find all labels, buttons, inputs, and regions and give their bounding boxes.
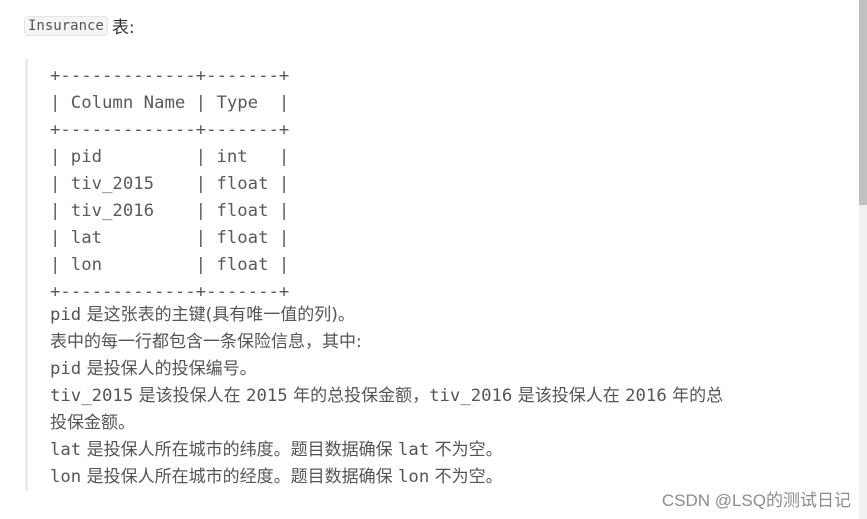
table-row: | tiv_2016 | float | [50, 201, 290, 221]
desc-text: 表中的每一行都包含一条保险信息，其中: [50, 332, 362, 352]
table-border-line: +-------------+-------+ [50, 120, 290, 140]
desc-line-tiv-cont: 投保金额。 [50, 410, 840, 437]
schema-table: +-------------+-------+ | Column Name | T… [50, 63, 289, 306]
code-pid: pid [50, 305, 82, 325]
code-pid: pid [50, 359, 82, 379]
table-row: | lon | float | [50, 255, 290, 275]
desc-line-pid: pid 是投保人的投保编号。 [50, 356, 840, 383]
intro-line: Insurance 表: [24, 13, 135, 38]
desc-text: 不为空。 [429, 440, 503, 460]
desc-text: 是投保人所在城市的纬度。题目数据确保 [81, 440, 399, 460]
desc-text: 是该投保人在 [512, 386, 626, 406]
desc-text: 是投保人所在城市的经度。题目数据确保 [81, 467, 399, 487]
desc-line-lat: lat 是投保人所在城市的纬度。题目数据确保 lat 不为空。 [50, 437, 840, 464]
code-lon: lon [398, 467, 430, 487]
code-lon: lon [50, 467, 82, 487]
csdn-watermark: CSDN @LSQ的测试日记 [661, 491, 851, 510]
code-lat: lat [50, 440, 82, 460]
year-2015: 2015 [246, 386, 288, 406]
year-2016: 2016 [625, 386, 667, 406]
desc-text: 是投保人的投保编号。 [81, 359, 257, 379]
code-tiv-2015: tiv_2015 [50, 386, 134, 406]
code-tiv-2016: tiv_2016 [429, 386, 513, 406]
table-row: | lat | float | [50, 228, 290, 248]
desc-line-tiv: tiv_2015 是该投保人在 2015 年的总投保金额，tiv_2016 是该… [50, 383, 840, 410]
desc-line-primary-key: pid 是这张表的主键(具有唯一值的列)。 [50, 302, 840, 329]
desc-text: 投保金额。 [50, 413, 135, 433]
desc-text: 是该投保人在 [133, 386, 247, 406]
desc-text: 是这张表的主键(具有唯一值的列)。 [81, 305, 355, 325]
desc-text: 不为空。 [429, 467, 503, 487]
table-name-code: Insurance [24, 15, 108, 36]
desc-text: 年的总 [666, 386, 724, 406]
desc-line-row-info: 表中的每一行都包含一条保险信息，其中: [50, 329, 840, 356]
table-row: | tiv_2015 | float | [50, 174, 290, 194]
table-border-line: +-------------+-------+ [50, 66, 290, 86]
desc-text: 年的总投保金额， [287, 386, 430, 406]
scrollbar-thumb[interactable] [859, 0, 867, 205]
table-header-row: | Column Name | Type | [50, 93, 290, 113]
code-lat: lat [398, 440, 430, 460]
table-row: | pid | int | [50, 147, 290, 167]
code-block: +-------------+-------+ | Column Name | T… [25, 59, 858, 491]
intro-suffix: 表: [111, 18, 135, 38]
description: pid 是这张表的主键(具有唯一值的列)。 表中的每一行都包含一条保险信息，其中… [50, 302, 840, 491]
